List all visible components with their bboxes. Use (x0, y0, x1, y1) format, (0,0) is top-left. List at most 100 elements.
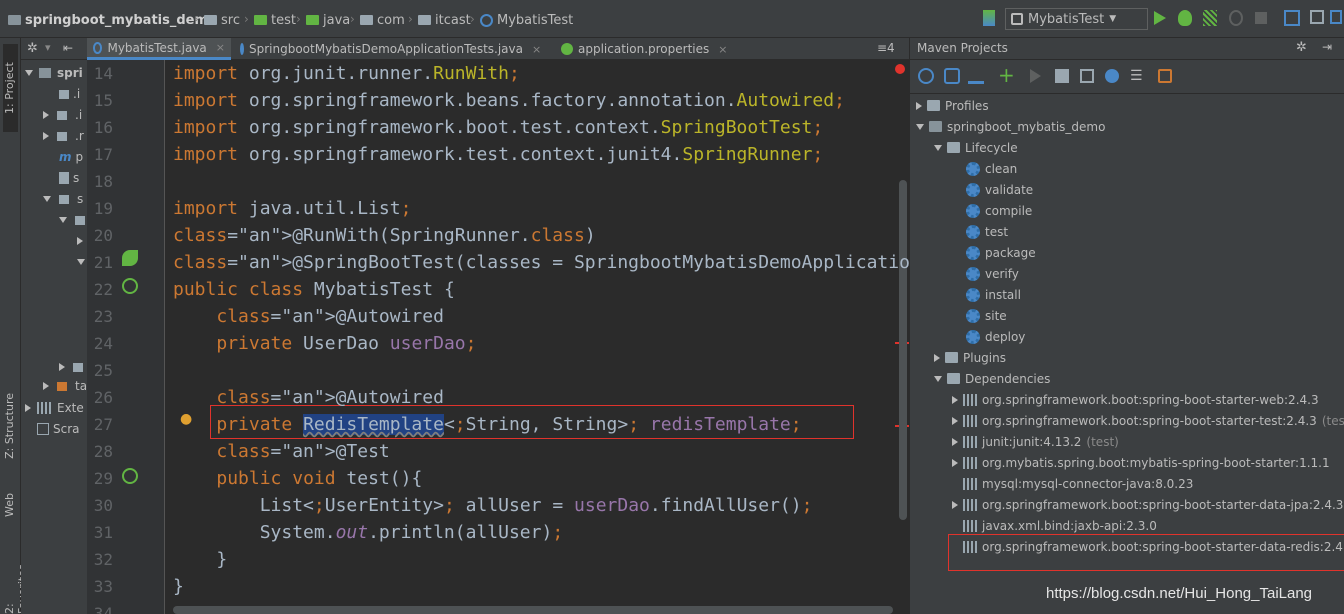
tree-node-external-libraries[interactable]: Exte (25, 399, 84, 417)
reimport-icon[interactable] (918, 68, 934, 84)
tab-mybatis-test[interactable]: MybatisTest.java × (87, 38, 231, 60)
tree-node[interactable] (59, 358, 83, 376)
tree-node[interactable]: s (59, 169, 79, 187)
code-line[interactable]: import org.springframework.boot.test.con… (173, 114, 823, 141)
tree-node[interactable]: mp (59, 148, 83, 166)
code-line[interactable]: } (173, 573, 184, 600)
code-line[interactable]: class="an">@RunWith(SpringRunner.class) (173, 222, 596, 249)
close-icon[interactable]: × (216, 41, 225, 54)
debug-icon[interactable] (1178, 10, 1192, 26)
maven-phase-deploy[interactable]: deploy (966, 326, 1025, 347)
code-line[interactable]: public void test(){ (173, 465, 422, 492)
expand-arrow-icon[interactable] (916, 101, 922, 110)
maven-node-plugins[interactable]: Plugins (934, 347, 1006, 368)
expand-arrow-icon[interactable] (952, 437, 958, 446)
code-line[interactable]: public class MybatisTest { (173, 276, 455, 303)
download-icon[interactable] (968, 68, 984, 84)
tab-overflow-button[interactable]: ≡4 (877, 41, 895, 55)
code-line[interactable]: import java.util.List; (173, 195, 411, 222)
maven-phase-test[interactable]: test (966, 221, 1008, 242)
code-editor[interactable]: ● 14 import org.junit.runner.RunWith; 15 im… (87, 60, 964, 614)
expand-arrow-icon[interactable] (934, 353, 940, 362)
expand-arrow-icon[interactable] (952, 500, 958, 509)
error-indicator-icon[interactable] (895, 64, 905, 74)
run-maven-icon[interactable] (1030, 69, 1041, 83)
sdk-icon[interactable] (1310, 10, 1324, 24)
expand-arrow-icon[interactable] (952, 416, 958, 425)
vertical-scrollbar[interactable] (899, 180, 907, 520)
spring-bean-icon[interactable] (122, 250, 138, 266)
tree-node[interactable]: .r (43, 127, 84, 145)
structure-tool-tab[interactable]: Z: Structure (3, 393, 16, 459)
tab-application-properties[interactable]: application.properties × (555, 38, 755, 60)
breadcrumb-itcast[interactable]: itcast (418, 11, 471, 29)
toggle-offline-icon[interactable] (1080, 69, 1094, 83)
tree-node[interactable]: .i (43, 106, 82, 124)
code-line[interactable]: } (173, 546, 227, 573)
collapse-all-icon[interactable]: ☰ (1130, 68, 1143, 84)
maven-phase-install[interactable]: install (966, 284, 1021, 305)
maven-phase-validate[interactable]: validate (966, 179, 1033, 200)
run-config-select[interactable]: MybatisTest ▼ (1005, 8, 1148, 30)
code-line[interactable]: class="an">@Autowired (173, 303, 444, 330)
breadcrumb-com[interactable]: com (360, 11, 405, 29)
run-icon[interactable] (1154, 11, 1166, 25)
web-tool-tab[interactable]: Web (3, 493, 16, 517)
maven-node-lifecycle[interactable]: Lifecycle (934, 137, 1018, 158)
breadcrumb-class[interactable]: MybatisTest (480, 11, 573, 29)
code-line[interactable]: class="an">@Test (173, 438, 389, 465)
profile-icon[interactable] (1229, 10, 1243, 26)
tree-node[interactable]: s (43, 190, 83, 208)
close-icon[interactable]: × (532, 43, 541, 56)
expand-arrow-icon[interactable] (916, 123, 924, 130)
tree-node[interactable] (59, 211, 85, 229)
close-icon[interactable]: × (718, 43, 727, 56)
build-icon[interactable] (983, 10, 995, 26)
hide-panel-icon[interactable]: ⇥ (1322, 40, 1332, 54)
maven-dependency[interactable]: org.mybatis.spring.boot:mybatis-spring-b… (952, 452, 1330, 473)
maven-phase-site[interactable]: site (966, 305, 1007, 326)
gear-icon[interactable]: ✲ (1296, 40, 1307, 55)
maven-phase-verify[interactable]: verify (966, 263, 1019, 284)
maven-dependency[interactable]: org.springframework.boot:spring-boot-sta… (952, 389, 1319, 410)
expand-arrow-icon[interactable] (934, 375, 942, 382)
stop-icon[interactable] (1255, 12, 1267, 24)
breadcrumb-src[interactable]: src (204, 11, 240, 29)
code-line[interactable]: System.out.println(allUser); (173, 519, 563, 546)
search-everywhere-icon[interactable] (1330, 10, 1342, 24)
maven-dependency[interactable]: mysql:mysql-connector-java:8.0.23 (952, 473, 1193, 494)
tree-node[interactable]: ta (43, 377, 87, 395)
maven-node-project[interactable]: springboot_mybatis_demo (916, 116, 1105, 137)
maven-phase-clean[interactable]: clean (966, 158, 1017, 179)
maven-phase-compile[interactable]: compile (966, 200, 1032, 221)
tree-node-root[interactable]: spri (25, 64, 83, 82)
code-line[interactable]: List<;UserEntity>; allUser = userDao.fin… (173, 492, 813, 519)
code-line[interactable]: import org.springframework.beans.factory… (173, 87, 845, 114)
maven-dependency[interactable]: javax.xml.bind:jaxb-api:2.3.0 (952, 515, 1157, 536)
code-line[interactable]: import org.junit.runner.RunWith; (173, 60, 520, 87)
breadcrumb-project[interactable]: springboot_mybatis_demo (8, 11, 217, 29)
code-line[interactable]: private RedisTemplate<;String, String>; … (173, 411, 802, 438)
tree-node[interactable] (77, 232, 83, 250)
project-tool-tab[interactable]: 1: Project (3, 44, 18, 132)
run-test-icon[interactable] (122, 278, 138, 294)
coverage-icon[interactable] (1203, 10, 1217, 26)
execute-goal-icon[interactable] (1055, 69, 1069, 83)
gear-icon[interactable]: ✲ (27, 41, 38, 56)
breadcrumb-test[interactable]: test (254, 11, 296, 29)
code-line[interactable]: class="an">@Autowired (173, 384, 444, 411)
tab-application-tests[interactable]: SpringbootMybatisDemoApplicationTests.ja… (234, 38, 544, 60)
code-line[interactable]: private UserDao userDao; (173, 330, 476, 357)
horizontal-scrollbar[interactable] (173, 606, 893, 614)
expand-arrow-icon[interactable] (952, 395, 958, 404)
tree-node[interactable]: .i (59, 85, 80, 103)
collapse-icon[interactable]: ⇤ (63, 41, 73, 55)
maven-dependency[interactable]: junit:junit:4.13.2 (test) (952, 431, 1119, 452)
tree-node[interactable] (77, 253, 85, 271)
chevron-down-icon[interactable]: ▾ (45, 41, 51, 54)
breadcrumb-java[interactable]: java (306, 11, 350, 29)
maven-dependency[interactable]: org.springframework.boot:spring-boot-sta… (952, 536, 1344, 557)
maven-dependency[interactable]: org.springframework.boot:spring-boot-sta… (952, 494, 1343, 515)
code-line[interactable]: class="an">@SpringBootTest(classes = Spr… (173, 249, 964, 276)
maven-node-profiles[interactable]: Profiles (916, 95, 989, 116)
